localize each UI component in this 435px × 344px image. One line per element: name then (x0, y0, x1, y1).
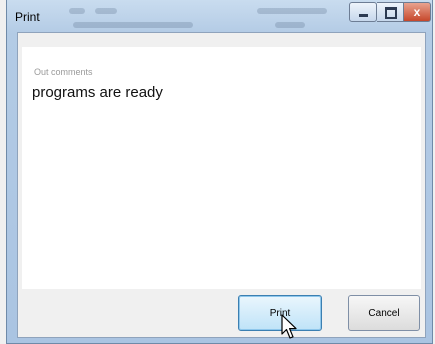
comments-textarea[interactable]: Out comments programs are ready (22, 47, 421, 289)
close-button[interactable]: x (404, 2, 431, 22)
print-button[interactable]: Print (238, 295, 322, 331)
dialog-body: Out comments programs are ready Print Ca… (17, 32, 426, 338)
background-titlebar-blur (257, 8, 327, 14)
background-titlebar-blur (69, 8, 85, 14)
comments-text: programs are ready (32, 84, 163, 101)
close-icon: x (413, 5, 421, 19)
background-titlebar-blur (275, 22, 305, 28)
maximize-button[interactable] (377, 2, 404, 22)
cancel-button[interactable]: Cancel (348, 295, 420, 331)
mouse-cursor-icon (281, 314, 297, 339)
window-title: Print (15, 10, 40, 24)
comments-caption: Out comments (34, 67, 93, 77)
background-titlebar-blur (73, 22, 193, 28)
print-dialog-window: Print x Out comments programs are ready … (6, 0, 433, 344)
title-bar[interactable]: Print x (7, 0, 432, 32)
minimize-button[interactable] (349, 2, 377, 22)
background-titlebar-blur (95, 8, 117, 14)
